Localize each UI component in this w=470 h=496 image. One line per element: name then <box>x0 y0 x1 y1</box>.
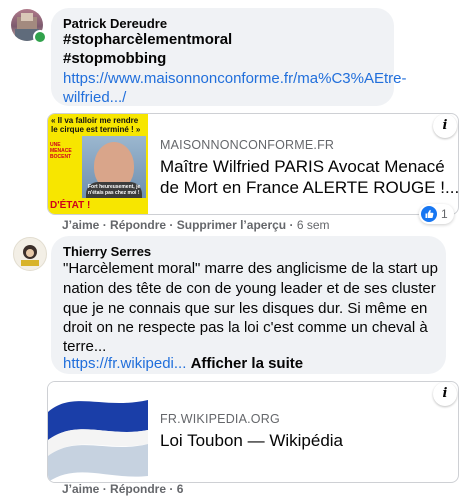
comment-author[interactable]: Patrick Dereudre <box>63 16 167 31</box>
reaction-summary[interactable]: 1 <box>419 204 454 224</box>
preview-title: de Mort en France ALERTE ROUGE !... <box>160 178 459 197</box>
avatar-thierry[interactable] <box>13 237 47 271</box>
see-more-button[interactable]: Afficher la suite <box>191 355 304 372</box>
like-reaction-icon <box>421 206 437 222</box>
thumbnail-caption: Fort heureusement, je n'étais pas chez m… <box>88 184 141 196</box>
comment-timestamp[interactable]: 6 sem <box>297 218 330 232</box>
info-icon[interactable]: i <box>433 382 457 406</box>
comment-url-link[interactable]: https://fr.wikipedi... <box>63 355 186 372</box>
preview-title: Loi Toubon — Wikipédia <box>160 431 344 450</box>
comment-author[interactable]: Thierry Serres <box>63 244 151 259</box>
thumbnail-caption: D'ÉTAT ! <box>50 200 91 211</box>
comment-text-line: que je ne connais que sur les disques du… <box>63 300 428 317</box>
comment-url-link[interactable]: https://www.maisonnonconforme.fr/ma%C3%A… <box>63 69 406 89</box>
thumbnail-caption: « Il va falloir me rendre <box>51 116 139 125</box>
thumbnail-caption: le cirque est terminé ! » <box>51 125 141 134</box>
preview-thumbnail: « Il va falloir me rendre le cirque est … <box>48 114 148 214</box>
thumbnail-caption: UNE MENACE BOCENT <box>50 142 72 160</box>
comment-url-link[interactable]: wilfried.../ <box>63 88 126 108</box>
comment-actions: J’aime · Répondre · Supprimer l’aperçu ·… <box>62 218 330 232</box>
online-status-icon <box>33 30 47 44</box>
link-preview-card[interactable]: « Il va falloir me rendre le cirque est … <box>47 113 459 215</box>
like-button[interactable]: J’aime <box>62 218 99 232</box>
comment-actions[interactable]: J’aime · Répondre · 6 <box>62 482 183 496</box>
reply-button[interactable]: Répondre <box>110 218 166 232</box>
comment-text-line: "Harcèlement moral" marre des anglicisme… <box>63 260 438 277</box>
remove-preview-button[interactable]: Supprimer l’aperçu <box>177 218 286 232</box>
comment-text-line: nation des tête de con de young leader e… <box>63 280 436 297</box>
hashtag-link[interactable]: #stopharcèlementmoral <box>63 30 232 50</box>
preview-host: MAISONNONCONFORME.FR <box>160 138 335 152</box>
flag-image <box>48 400 148 482</box>
preview-thumbnail <box>48 382 148 482</box>
link-preview-card[interactable]: FR.WIKIPEDIA.ORG Loi Toubon — Wikipédia <box>47 381 459 483</box>
hashtag-link[interactable]: #stopmobbing <box>63 49 166 69</box>
preview-title: Maître Wilfried PARIS Avocat Menacé <box>160 157 445 176</box>
comment-text-line: droit on ne respecte pas la loi c'est co… <box>63 319 428 336</box>
preview-host: FR.WIKIPEDIA.ORG <box>160 412 280 426</box>
avatar-image <box>21 245 39 266</box>
info-icon[interactable]: i <box>433 114 457 138</box>
comment-link-line: https://fr.wikipedi... Afficher la suite <box>63 354 303 374</box>
reaction-count: 1 <box>441 207 448 221</box>
